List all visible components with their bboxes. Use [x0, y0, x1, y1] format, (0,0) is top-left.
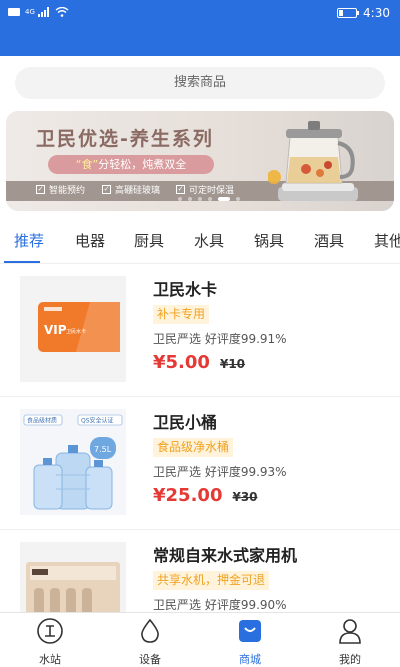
check-icon: ✓	[36, 185, 45, 194]
product-name: 常规自来水式家用机	[153, 546, 298, 565]
active-tab-indicator	[4, 261, 40, 263]
carousel-dot[interactable]	[188, 197, 192, 201]
price-value: 5.00	[165, 352, 210, 373]
banner-subtitle-highlight: “食”	[75, 158, 99, 171]
nav-label: 我的	[339, 653, 361, 666]
status-left: 4G	[8, 7, 69, 17]
banner-feature-label: 高硼硅玻璃	[115, 186, 161, 196]
banner-feature: ✓ 智能预约	[36, 183, 85, 196]
check-icon: ✓	[176, 185, 185, 194]
status-bar: 4G 4:30	[0, 0, 400, 28]
product-card[interactable]: 食品级材质 QS安全认证 7.5L 卫民小桶 食品级净水桶 卫民严选 好评度99…	[0, 397, 400, 530]
status-time: 4:30	[363, 6, 390, 20]
signal-bars-icon	[37, 7, 49, 17]
product-tag: 共享水机，押金可退	[153, 571, 270, 590]
carousel-dot[interactable]	[198, 197, 202, 201]
current-price: ¥25.00	[153, 485, 222, 506]
product-name: 卫民水卡	[153, 280, 218, 299]
bucket-volume: 7.5L	[94, 445, 112, 454]
currency-symbol: ¥	[232, 490, 241, 504]
carousel-dot[interactable]	[208, 197, 212, 201]
hd-icon	[8, 8, 20, 16]
banner-feature-label: 可定时保温	[189, 186, 235, 196]
banner-feature-label: 智能预约	[49, 186, 86, 196]
nav-water-station[interactable]: 水站	[20, 617, 80, 667]
vip-card-image: VIP 卫民水卡	[38, 302, 120, 352]
tab-drinkware[interactable]: 水具	[194, 230, 224, 251]
nav-label: 商城	[239, 653, 261, 666]
check-icon: ✓	[102, 185, 111, 194]
card-vip-text: VIP	[44, 323, 67, 337]
card-small-text: 卫民水卡	[66, 328, 86, 335]
old-price-value: 30	[240, 490, 258, 504]
nav-label: 水站	[39, 653, 61, 666]
tab-appliances[interactable]: 电器	[75, 230, 105, 251]
bucket-badge-left: 食品级材质	[27, 417, 57, 425]
nav-label: 设备	[139, 653, 161, 666]
header-band	[0, 28, 400, 56]
product-rating: 卫民严选 好评度99.91%	[153, 332, 287, 346]
water-drop-icon	[141, 618, 159, 643]
banner-subtitle-rest: 分轻松，炖煮双全	[98, 158, 187, 171]
banner-subtitle: “食”分轻松，炖煮双全	[48, 155, 214, 174]
promo-banner[interactable]: 卫民优选-养生系列 “食”分轻松，炖煮双全 ✓ 智能预约 ✓ 高硼硅玻璃 ✓ 可定时保…	[6, 111, 394, 211]
tab-wineware[interactable]: 酒具	[314, 230, 344, 251]
battery-icon	[337, 8, 360, 18]
carousel-dot[interactable]	[218, 197, 230, 201]
original-price: ¥30	[232, 490, 257, 504]
product-tag: 食品级净水桶	[153, 438, 234, 457]
tab-others[interactable]: 其他	[374, 230, 400, 251]
banner-feature: ✓ 可定时保温	[176, 183, 234, 196]
category-tabs: 推荐 电器 厨具 水具 锅具 酒具 其他	[0, 222, 400, 264]
nav-profile[interactable]: 我的	[320, 617, 380, 667]
original-price: ¥10	[220, 357, 245, 371]
shopping-bag-icon	[239, 620, 261, 642]
nav-mall[interactable]: 商城	[220, 617, 280, 667]
wifi-icon	[55, 7, 69, 17]
tab-cookware[interactable]: 锅具	[254, 230, 284, 251]
bucket-badge-right: QS安全认证	[81, 417, 114, 425]
carousel-dot[interactable]	[236, 197, 240, 201]
currency-symbol: ¥	[153, 352, 166, 373]
price-value: 25.00	[165, 485, 223, 506]
water-bucket-image: 食品级材质 QS安全认证 7.5L	[20, 409, 126, 515]
banner-feature: ✓ 高硼硅玻璃	[102, 183, 160, 196]
signal-text: 4G	[25, 8, 35, 16]
carousel-dot[interactable]	[178, 197, 182, 201]
product-image: VIP 卫民水卡	[20, 276, 126, 382]
search-input[interactable]: 搜索商品	[15, 67, 385, 99]
kettle-image	[268, 121, 358, 201]
banner-title: 卫民优选-养生系列	[36, 128, 214, 150]
bottom-nav: 水站 设备 商城 我的	[0, 612, 400, 666]
tab-kitchenware[interactable]: 厨具	[134, 230, 164, 251]
product-tag: 补卡专用	[153, 305, 210, 324]
water-station-icon	[37, 618, 63, 644]
current-price: ¥5.00	[153, 352, 210, 373]
nav-devices[interactable]: 设备	[120, 617, 180, 667]
old-price-value: 10	[228, 357, 246, 371]
product-rating: 卫民严选 好评度99.90%	[153, 598, 287, 612]
tab-recommended[interactable]: 推荐	[14, 230, 44, 251]
currency-symbol: ¥	[153, 485, 166, 506]
carousel-dots	[178, 197, 240, 201]
user-icon	[339, 619, 361, 644]
product-price: ¥5.00 ¥10	[153, 352, 245, 373]
product-rating: 卫民严选 好评度99.93%	[153, 465, 287, 479]
status-right: 4:30	[337, 6, 390, 20]
product-price: ¥25.00 ¥30	[153, 485, 258, 506]
product-card[interactable]: VIP 卫民水卡 卫民水卡 补卡专用 卫民严选 好评度99.91% ¥5.00 …	[0, 264, 400, 397]
product-image: 食品级材质 QS安全认证 7.5L	[20, 409, 126, 515]
product-name: 卫民小桶	[153, 413, 218, 432]
